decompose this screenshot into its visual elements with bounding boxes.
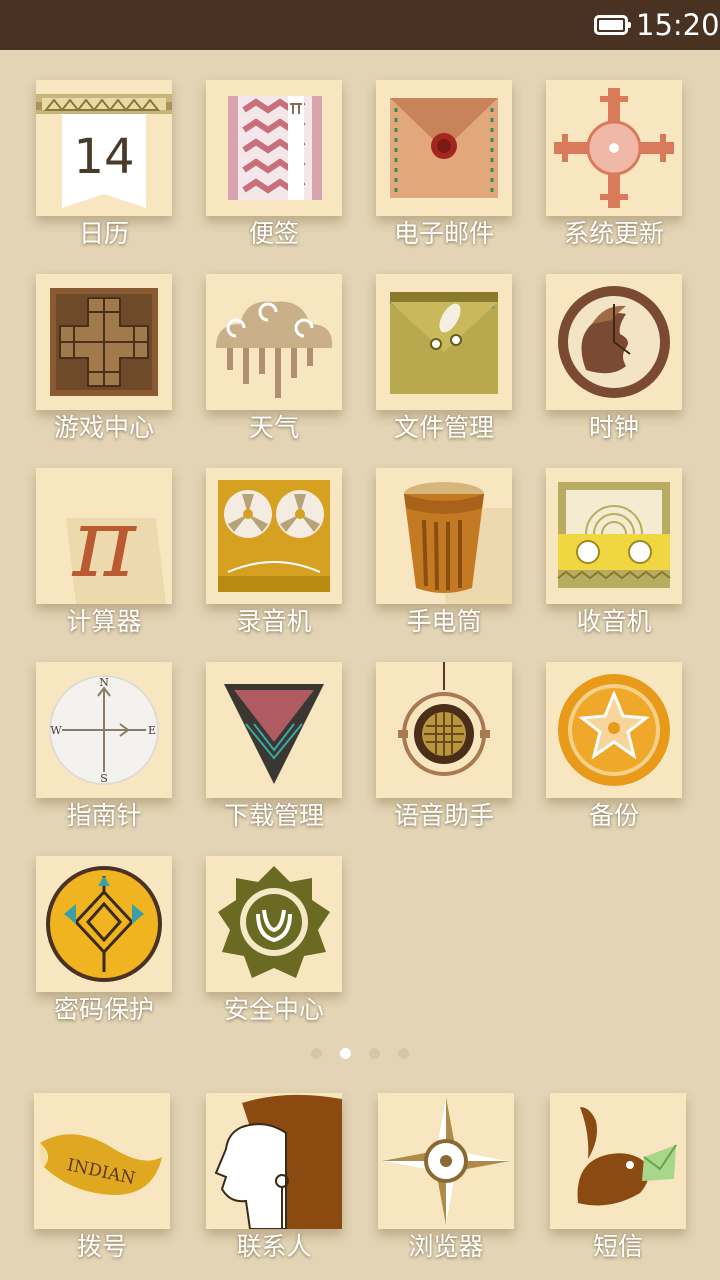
svg-text:π: π [71,487,137,599]
app-recorder[interactable]: 录音机 [170,468,342,652]
flashlight-drum-icon [376,468,512,604]
app-label: 安全中心 [223,995,324,1024]
svg-text:S: S [100,772,108,785]
weather-cloud-icon [206,274,342,410]
app-download-manager[interactable]: 下载管理 [170,662,342,846]
notes-icon [206,80,342,216]
status-bar: 15:20 [0,0,720,50]
app-file-manager[interactable]: 文件管理 [340,274,512,458]
security-badge-icon [206,856,342,992]
battery-full-icon [594,15,631,35]
app-notes[interactable]: 便签 [170,80,342,264]
clock-icon [546,274,682,410]
password-shield-icon [36,856,172,992]
microphone-icon [376,662,512,798]
bird-letter-icon [550,1093,686,1229]
email-envelope-icon [376,80,512,216]
app-label: 备份 [588,801,639,830]
app-password-protection[interactable]: 密码保护 [0,856,172,1040]
app-clock[interactable]: 时钟 [510,274,682,458]
svg-text:W: W [50,724,62,737]
app-backup[interactable]: 备份 [510,662,682,846]
app-calculator[interactable]: π 计算器 [0,468,172,652]
calendar-icon: 14 [36,80,172,216]
page-dot-active[interactable] [340,1048,351,1059]
radio-icon [546,468,682,604]
file-folder-icon [376,274,512,410]
svg-text:N: N [99,676,109,689]
calendar-day: 14 [73,129,134,185]
app-radio[interactable]: 收音机 [510,468,682,652]
app-calendar[interactable]: 14 日历 [0,80,172,264]
svg-text:E: E [148,724,156,737]
dock-contacts[interactable]: 联系人 [170,1093,342,1277]
page-indicator[interactable] [0,1048,720,1062]
dock-phone[interactable]: INDIAN 拨号 [0,1093,170,1277]
horn-phone-icon: INDIAN [34,1093,170,1229]
app-email[interactable]: 电子邮件 [340,80,512,264]
game-board-icon [36,274,172,410]
app-voice-assistant[interactable]: 语音助手 [340,662,512,846]
chief-portrait-icon [206,1093,342,1229]
app-security-center[interactable]: 安全中心 [170,856,342,1040]
download-triangle-icon [206,662,342,798]
dock-messages[interactable]: 短信 [514,1093,686,1277]
app-label: 时钟 [588,413,639,442]
page-dot[interactable] [369,1048,380,1059]
tape-recorder-icon [206,468,342,604]
compass-icon: N E S W [36,662,172,798]
compass-rose-icon [378,1093,514,1229]
app-label: 短信 [592,1232,643,1261]
app-game-center[interactable]: 游戏中心 [0,274,172,458]
app-label: 收音机 [576,607,652,636]
page-dot[interactable] [311,1048,322,1059]
app-system-update[interactable]: 系统更新 [510,80,682,264]
app-label: 系统更新 [563,219,664,248]
app-compass[interactable]: N E S W 指南针 [0,662,172,846]
pi-calculator-icon: π [36,468,172,604]
sheriff-star-icon [546,662,682,798]
system-update-icon [546,80,682,216]
app-weather[interactable]: 天气 [170,274,342,458]
page-dot[interactable] [398,1048,409,1059]
dock-browser[interactable]: 浏览器 [342,1093,514,1277]
app-flashlight[interactable]: 手电筒 [340,468,512,652]
status-time: 15:20 [636,8,720,42]
